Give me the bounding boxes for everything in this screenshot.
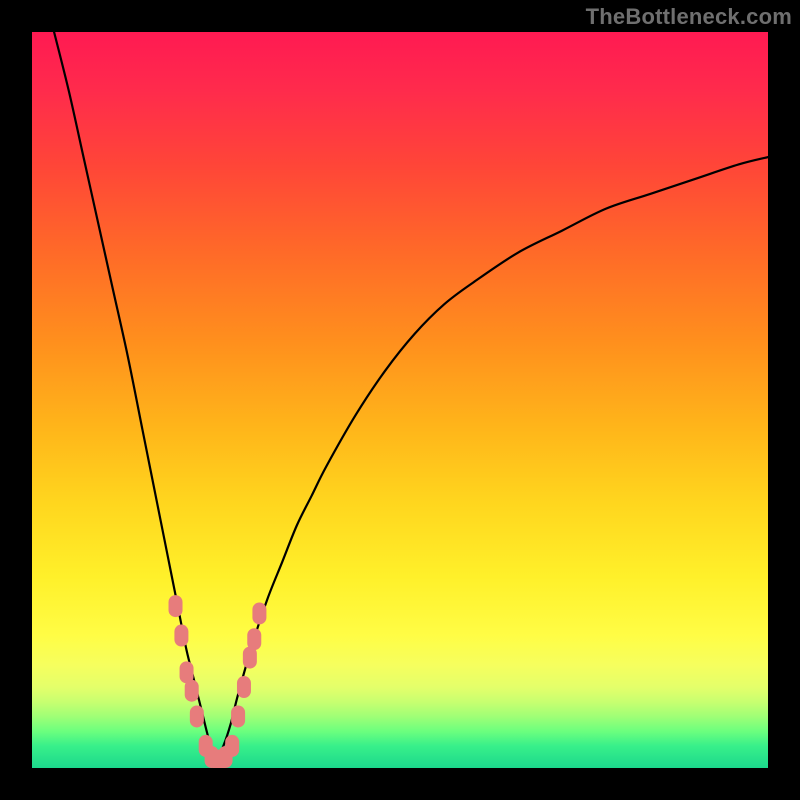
chart-frame: TheBottleneck.com [0, 0, 800, 800]
marker-point [225, 735, 239, 757]
marker-point [247, 628, 261, 650]
marker-point [185, 680, 199, 702]
watermark-text: TheBottleneck.com [586, 4, 792, 30]
plot-area [32, 32, 768, 768]
marker-point [169, 595, 183, 617]
marker-point [252, 602, 266, 624]
chart-svg [32, 32, 768, 768]
marker-point [231, 705, 245, 727]
curve-right [216, 157, 768, 761]
marker-point [237, 676, 251, 698]
marker-group [169, 595, 267, 768]
marker-point [190, 705, 204, 727]
marker-point [174, 625, 188, 647]
curve-left [54, 32, 216, 761]
